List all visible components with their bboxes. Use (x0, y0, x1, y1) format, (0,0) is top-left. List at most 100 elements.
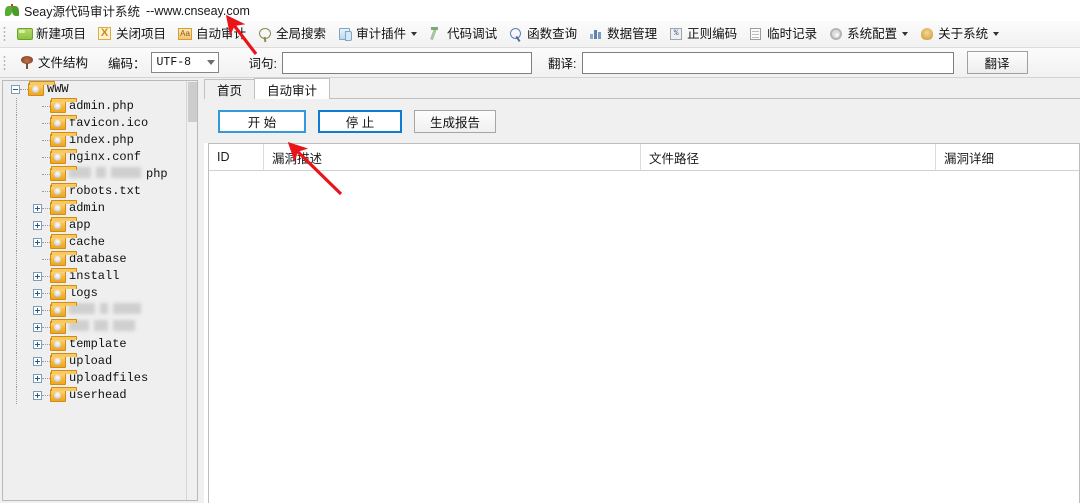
tree-guide-line (16, 370, 17, 387)
translate-input[interactable] (581, 51, 954, 74)
toolbar-button-close-project[interactable]: X 关闭项目 (92, 22, 171, 47)
tree-node[interactable]: database (3, 251, 187, 268)
expand-icon[interactable] (33, 289, 42, 298)
toolbar-button-new-project[interactable]: 新建项目 (12, 22, 91, 47)
expand-icon[interactable] (33, 221, 42, 230)
tree-node-label: admin.php (69, 99, 134, 113)
tree-node[interactable]: userhead (3, 387, 187, 404)
tree-guide-dash (42, 173, 50, 176)
tab-home[interactable]: 首页 (204, 79, 256, 99)
folder-icon (50, 132, 77, 147)
global-search-icon (257, 26, 273, 42)
toolbar-button-temp-note[interactable]: 临时记录 (743, 22, 822, 47)
window-title: Seay源代码审计系统 (24, 5, 140, 19)
tree-guide-line (16, 285, 17, 302)
stop-button[interactable]: 停 止 (318, 109, 402, 133)
tree-guide-dash (42, 207, 50, 210)
stop-button-label: 停 止 (345, 115, 375, 130)
tree-node[interactable]: robots.txt (3, 183, 187, 200)
expand-icon[interactable] (33, 357, 42, 366)
tab-auto-audit[interactable]: 自动审计 (254, 78, 331, 99)
toolbar-button-about-system[interactable]: 关于系统 (914, 22, 1004, 47)
tab-label: 自动审计 (267, 83, 318, 98)
translate-button-label: 翻译 (984, 57, 1010, 71)
expand-icon[interactable] (33, 272, 42, 281)
chevron-down-icon[interactable] (902, 32, 909, 36)
tree-node-label: robots.txt (69, 184, 142, 198)
column-id[interactable]: ID (209, 144, 263, 170)
toolbar-button-system-config[interactable]: 系统配置 (823, 22, 913, 47)
tree-guide-dash (42, 258, 50, 261)
tree-node[interactable]: admin.php (3, 98, 187, 115)
expand-icon[interactable] (33, 340, 42, 349)
tree-node-label: template (69, 337, 127, 351)
table-body[interactable] (209, 171, 1079, 503)
toolbar-button-global-search[interactable]: 全局搜索 (252, 22, 331, 47)
expand-icon[interactable] (33, 238, 42, 247)
chevron-down-icon[interactable] (993, 32, 1000, 36)
tree-node[interactable]: logs (3, 285, 187, 302)
close-project-icon: X (97, 26, 113, 42)
system-config-icon (828, 26, 844, 42)
expand-icon[interactable] (33, 204, 42, 213)
tree-node[interactable]: WWW (3, 81, 187, 98)
tree-node[interactable]: nginx.conf (3, 149, 187, 166)
redacted-text (113, 320, 135, 331)
tree-node[interactable]: upload (3, 353, 187, 370)
tree-node[interactable]: php (3, 166, 187, 183)
tree-node[interactable]: app (3, 217, 187, 234)
toolbar-button-file-structure[interactable]: 文件结构 (14, 50, 93, 75)
seay-logo-icon (4, 3, 20, 19)
tree-node[interactable] (3, 302, 187, 319)
auto-audit-icon: Aa (177, 26, 193, 42)
toolbar-button-data-manage[interactable]: 数据管理 (583, 22, 662, 47)
tree-node[interactable]: install (3, 268, 187, 285)
toolbar-button-function-query[interactable]: 函数查询 (503, 22, 582, 47)
tree-node[interactable]: cache (3, 234, 187, 251)
toolbar-button-auto-audit[interactable]: Aa 自动审计 (172, 22, 251, 47)
column-id-label: ID (217, 150, 230, 164)
secondary-toolbar-grip[interactable] (2, 53, 9, 72)
file-structure-label: 文件结构 (38, 55, 89, 70)
column-vuln-description-label: 漏洞描述 (272, 151, 323, 166)
tree-guide-line (16, 319, 17, 336)
tree-node[interactable]: uploadfiles (3, 370, 187, 387)
toolbar-label-system-config: 系统配置 (847, 27, 898, 41)
tree-node-label: favicon.ico (69, 116, 149, 130)
tree-node[interactable]: template (3, 336, 187, 353)
tab-label: 首页 (217, 84, 243, 98)
expand-icon[interactable] (33, 391, 42, 400)
translate-button[interactable]: 翻译 (966, 51, 1028, 74)
toolbar-button-audit-plugin[interactable]: 审计插件 (332, 22, 422, 47)
tab-strip: 首页 自动审计 (204, 78, 1080, 99)
code-debug-icon (428, 26, 444, 42)
toolbar-button-regex-encode[interactable]: % 正则编码 (663, 22, 742, 47)
file-tree-vertical-scrollbar[interactable] (186, 81, 197, 500)
phrase-input[interactable] (282, 51, 533, 74)
expand-icon[interactable] (33, 323, 42, 332)
column-vuln-description[interactable]: 漏洞描述 (263, 144, 640, 170)
folder-icon (28, 81, 55, 96)
generate-report-button[interactable]: 生成报告 (414, 109, 496, 133)
chevron-down-icon[interactable] (411, 32, 418, 36)
file-tree[interactable]: WWW admin.php favicon.ico index.php nginx.co… (3, 81, 187, 500)
tree-node[interactable] (3, 319, 187, 336)
folder-icon (50, 149, 77, 164)
toolbar-grip[interactable] (2, 25, 9, 43)
encoding-select[interactable]: UTF-8 (150, 52, 219, 73)
toolbar-button-code-debug[interactable]: 代码调试 (423, 22, 502, 47)
expand-icon[interactable] (33, 374, 42, 383)
start-button[interactable]: 开 始 (218, 109, 306, 133)
expand-icon[interactable] (33, 306, 42, 315)
column-vuln-detail[interactable]: 漏洞详细 (935, 144, 1079, 170)
column-file-path[interactable]: 文件路径 (640, 144, 935, 170)
collapse-icon[interactable] (11, 85, 20, 94)
redacted-text (111, 167, 141, 178)
tree-node[interactable]: admin (3, 200, 187, 217)
tree-guide-dash (42, 241, 50, 244)
tree-node[interactable]: favicon.ico (3, 115, 187, 132)
folder-icon (50, 200, 77, 215)
scrollbar-thumb[interactable] (188, 82, 197, 122)
tree-node[interactable]: index.php (3, 132, 187, 149)
